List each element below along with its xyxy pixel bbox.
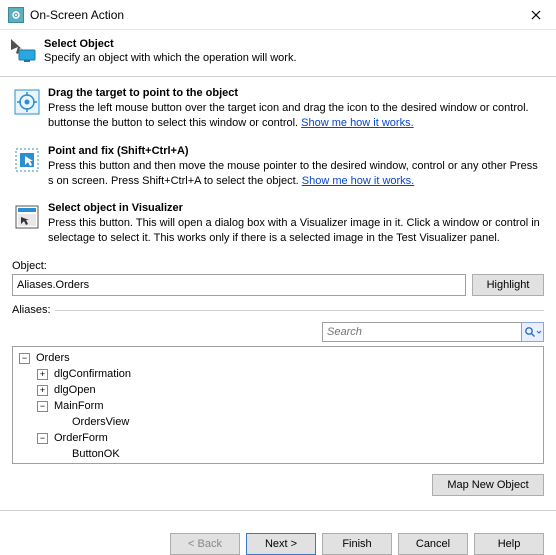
cancel-button[interactable]: Cancel [398, 533, 468, 555]
method-point-title: Point and fix (Shift+Ctrl+A) [48, 145, 544, 157]
tree-row[interactable]: −OrderForm [13, 430, 543, 446]
tree-node-label: ButtonOK [70, 448, 122, 460]
method-drag-title: Drag the target to point to the object [48, 87, 544, 99]
method-drag-desc: Press the left mouse button over the tar… [48, 101, 544, 131]
point-fix-icon[interactable] [12, 145, 42, 189]
cursor-monitor-icon [10, 38, 38, 64]
object-input[interactable] [12, 274, 466, 296]
visualizer-icon[interactable] [12, 202, 42, 246]
tree-node-label: dlgOpen [52, 384, 98, 396]
method-vis-title: Select object in Visualizer [48, 202, 544, 214]
tree-row[interactable]: + dlgOpen [13, 382, 543, 398]
show-me-link-point[interactable]: Show me how it works. [302, 175, 414, 187]
tree-row[interactable]: ButtonOK [13, 446, 543, 462]
back-button: < Back [170, 533, 240, 555]
tree-node-label: OrdersView [70, 416, 131, 428]
method-vis-desc: Press this button. This will open a dial… [48, 216, 544, 246]
next-button[interactable]: Next > [246, 533, 316, 555]
app-icon [8, 7, 24, 23]
tree-row[interactable]: −MainForm [13, 398, 543, 414]
method-point: Point and fix (Shift+Ctrl+A) Press this … [12, 145, 544, 189]
expand-toggle[interactable]: + [37, 369, 48, 380]
method-visualizer: Select object in Visualizer Press this b… [12, 202, 544, 246]
tree-node-label: dlgConfirmation [52, 368, 133, 380]
page-title: Select Object [44, 38, 546, 50]
expand-toggle[interactable]: − [37, 433, 48, 444]
aliases-label: Aliases: [12, 304, 51, 316]
object-label: Object: [12, 260, 544, 272]
wizard-buttons: < Back Next > Finish Cancel Help [0, 521, 556, 555]
tree-row[interactable]: OrdersView [13, 414, 543, 430]
expand-toggle[interactable]: + [37, 385, 48, 396]
page-subtitle: Specify an object with which the operati… [44, 52, 546, 64]
finish-button[interactable]: Finish [322, 533, 392, 555]
titlebar: On-Screen Action [0, 0, 556, 30]
target-icon[interactable] [12, 87, 42, 131]
help-button[interactable]: Help [474, 533, 544, 555]
divider [55, 310, 544, 311]
expand-toggle[interactable]: − [37, 401, 48, 412]
tree-row[interactable]: + dlgConfirmation [13, 366, 543, 382]
tree-root[interactable]: − Orders [13, 350, 543, 366]
aliases-tree[interactable]: − Orders +dlgConfirmation+dlgOpen−MainFo… [12, 346, 544, 464]
window-title: On-Screen Action [30, 8, 516, 22]
search-button[interactable] [522, 322, 544, 342]
close-button[interactable] [516, 0, 556, 30]
method-point-desc: Press this button and then move the mous… [48, 159, 544, 189]
map-new-object-button[interactable]: Map New Object [432, 474, 544, 496]
tree-node-label: MainForm [52, 400, 106, 412]
tree-node-label: OrderForm [52, 432, 110, 444]
method-drag: Drag the target to point to the object P… [12, 87, 544, 131]
show-me-link-drag[interactable]: Show me how it works. [301, 117, 413, 129]
search-input[interactable] [322, 322, 522, 342]
divider [0, 510, 556, 511]
wizard-header: Select Object Specify an object with whi… [0, 30, 556, 77]
expand-toggle[interactable]: − [19, 353, 30, 364]
highlight-button[interactable]: Highlight [472, 274, 544, 296]
